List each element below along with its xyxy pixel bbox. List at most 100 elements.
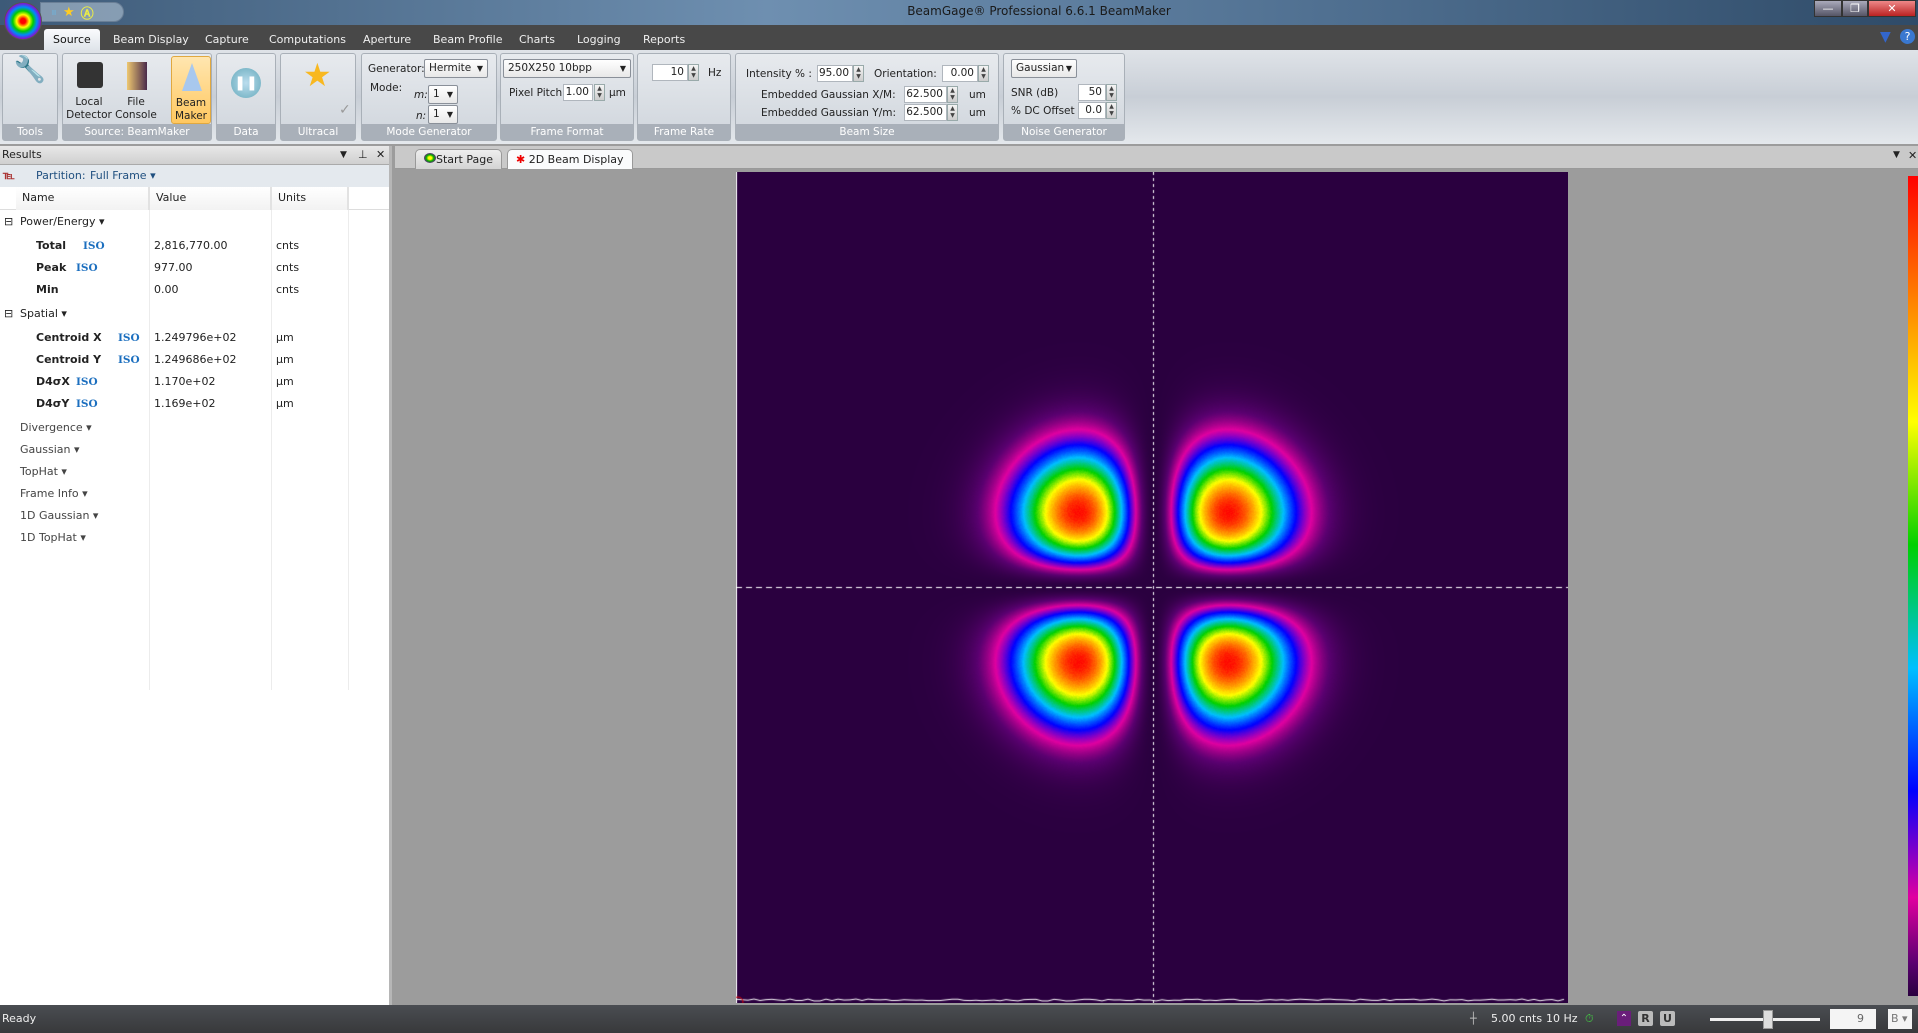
document-tabs: Start Page ✱ 2D Beam Display ▼ ✕	[395, 146, 1918, 169]
close-icon[interactable]: ✕	[376, 146, 385, 164]
intensity-spinner[interactable]: ▲ ▼	[853, 65, 864, 82]
table-row[interactable]: Centroid X ISO 1.249796e+02 µm	[0, 327, 349, 349]
snr-input[interactable]: 50	[1078, 84, 1106, 101]
zoom-value: 9	[1857, 1012, 1864, 1025]
zoom-slider-thumb[interactable]	[1763, 1010, 1773, 1029]
result-name: Total	[36, 235, 66, 257]
pin-icon[interactable]: ▼	[1880, 29, 1891, 45]
group-row[interactable]: ⊟ Power/Energy ▾	[0, 211, 349, 233]
iso-link[interactable]: ISO	[83, 235, 105, 257]
pause-button[interactable]: ❚❚	[231, 68, 261, 98]
results-options-icon[interactable]: ℡	[3, 165, 15, 187]
embedded-gaussian-y-input[interactable]: 62.500	[904, 104, 947, 121]
column-value[interactable]: Value	[150, 187, 272, 210]
result-value: 1.249796e+02	[154, 327, 236, 349]
collapse-icon[interactable]: ⊟	[4, 303, 13, 325]
ultracal-icon[interactable]: Ⓐ	[81, 3, 94, 22]
table-row[interactable]: D4σY ISO 1.169e+02 µm	[0, 393, 349, 415]
mode-n-dropdown[interactable]: 1 ▼	[428, 105, 458, 124]
tab-logging[interactable]: Logging	[568, 29, 630, 50]
zoom-input[interactable]: 9	[1830, 1009, 1876, 1029]
noise-type-dropdown[interactable]: Gaussian ▼	[1011, 59, 1077, 78]
pixel-pitch-spinner[interactable]: ▲ ▼	[594, 84, 605, 101]
orientation-spinner[interactable]: ▲ ▼	[978, 65, 989, 82]
star-icon[interactable]: ★	[63, 5, 75, 20]
snr-spinner[interactable]: ▲ ▼	[1106, 84, 1117, 101]
iso-link[interactable]: ISO	[76, 393, 98, 415]
frame-rate-spinner[interactable]: ▲ ▼	[688, 64, 699, 81]
tools-wrench-icon[interactable]: 🔧	[3, 56, 57, 124]
table-row[interactable]: Peak ISO 977.00 cnts	[0, 257, 349, 279]
pin-icon[interactable]: ⊥	[358, 146, 368, 164]
beam-image[interactable]	[736, 172, 1568, 1003]
table-row[interactable]: Centroid Y ISO 1.249686e+02 µm	[0, 349, 349, 371]
dc-offset-input[interactable]: 0.0	[1078, 102, 1106, 119]
close-button[interactable]: ✕	[1868, 0, 1916, 17]
orientation-input[interactable]: 0.00	[942, 65, 978, 82]
collapsed-group-row[interactable]: 1D Gaussian ▾	[0, 505, 349, 527]
timer-icon: ⏱	[1585, 1005, 1594, 1033]
dc-offset-spinner[interactable]: ▲ ▼	[1106, 102, 1117, 119]
embedded-gaussian-x-spinner[interactable]: ▲ ▼	[947, 86, 958, 103]
partition-dropdown[interactable]: Full Frame ▾	[90, 165, 156, 187]
r-button[interactable]: R	[1638, 1011, 1653, 1026]
tab-reports[interactable]: Reports	[634, 29, 694, 50]
collapse-icon[interactable]: ⊟	[4, 211, 13, 233]
iso-link[interactable]: ISO	[118, 349, 140, 371]
dropdown-value: 1	[433, 108, 440, 120]
palette-up-icon[interactable]: ⌃	[1617, 1011, 1631, 1026]
frame-rate-input[interactable]: 10	[652, 64, 688, 81]
collapsed-group-row[interactable]: Divergence ▾	[0, 417, 349, 439]
embedded-gaussian-x-input[interactable]: 62.500	[904, 86, 947, 103]
tab-charts[interactable]: Charts	[510, 29, 564, 50]
mode-m-dropdown[interactable]: 1 ▼	[428, 85, 458, 104]
group-name: 1D Gaussian ▾	[20, 505, 98, 527]
embedded-gaussian-y-spinner[interactable]: ▲ ▼	[947, 104, 958, 121]
column-name[interactable]: Name	[16, 187, 150, 210]
column-units[interactable]: Units	[272, 187, 349, 210]
u-button[interactable]: U	[1660, 1011, 1675, 1026]
tab-aperture[interactable]: Aperture	[354, 29, 420, 50]
iso-link[interactable]: ISO	[76, 371, 98, 393]
tab-2d-beam-display[interactable]: ✱ 2D Beam Display	[507, 149, 633, 169]
table-row[interactable]: D4σX ISO 1.170e+02 µm	[0, 371, 349, 393]
zoom-unit-dropdown[interactable]: B ▾	[1888, 1009, 1912, 1029]
tab-start-page[interactable]: Start Page	[415, 149, 502, 169]
file-console-button[interactable]: File Console	[115, 56, 157, 124]
collapsed-group-row[interactable]: Gaussian ▾	[0, 439, 349, 461]
result-name: Peak	[36, 257, 66, 279]
ultracal-star-button[interactable]: ★	[303, 56, 332, 94]
tab-source[interactable]: Source	[44, 29, 100, 50]
help-icon[interactable]: ?	[1900, 29, 1915, 44]
tabs-menu-icon[interactable]: ▼	[1893, 150, 1900, 160]
panel-menu-icon[interactable]: ▼	[340, 146, 347, 164]
close-tab-icon[interactable]: ✕	[1908, 149, 1917, 162]
pause-icon[interactable]: ⏸	[51, 5, 57, 20]
dropdown-value: Hermite	[429, 62, 471, 74]
iso-link[interactable]: ISO	[118, 327, 140, 349]
tab-beam-display[interactable]: Beam Display	[104, 29, 198, 50]
collapsed-group-row[interactable]: 1D TopHat ▾	[0, 527, 349, 549]
frame-format-dropdown[interactable]: 250X250 10bpp ▼	[503, 59, 631, 78]
beam-maker-button[interactable]: Beam Maker	[171, 56, 211, 124]
generator-dropdown[interactable]: Hermite ▼	[424, 59, 488, 78]
local-detector-button[interactable]: Local Detector	[65, 56, 113, 124]
table-row[interactable]: Total ISO 2,816,770.00 cnts	[0, 235, 349, 257]
tab-beam-profile[interactable]: Beam Profile	[424, 29, 511, 50]
intensity-input[interactable]: 95.00	[817, 65, 853, 82]
group-row[interactable]: ⊟ Spatial ▾	[0, 303, 349, 325]
collapsed-group-row[interactable]: Frame Info ▾	[0, 483, 349, 505]
restore-button[interactable]: ❐	[1842, 0, 1868, 17]
iso-link[interactable]: ISO	[76, 257, 98, 279]
table-row[interactable]: Min 0.00 cnts	[0, 279, 349, 301]
collapsed-group-row[interactable]: TopHat ▾	[0, 461, 349, 483]
checkmark-icon: ✓	[339, 102, 351, 118]
minimize-button[interactable]: —	[1814, 0, 1842, 17]
group-label: Data	[217, 124, 275, 140]
application-menu-button[interactable]	[4, 2, 42, 40]
ribbon: 🔧 Tools Local Detector File Console Beam…	[0, 50, 1918, 144]
tab-capture[interactable]: Capture	[196, 29, 258, 50]
group-mode-generator: Generator: Hermite ▼ Mode: m: 1 ▼ n: 1 ▼ Mo…	[361, 53, 497, 141]
pixel-pitch-input[interactable]: 1.00	[563, 84, 593, 101]
tab-computations[interactable]: Computations	[260, 29, 355, 50]
